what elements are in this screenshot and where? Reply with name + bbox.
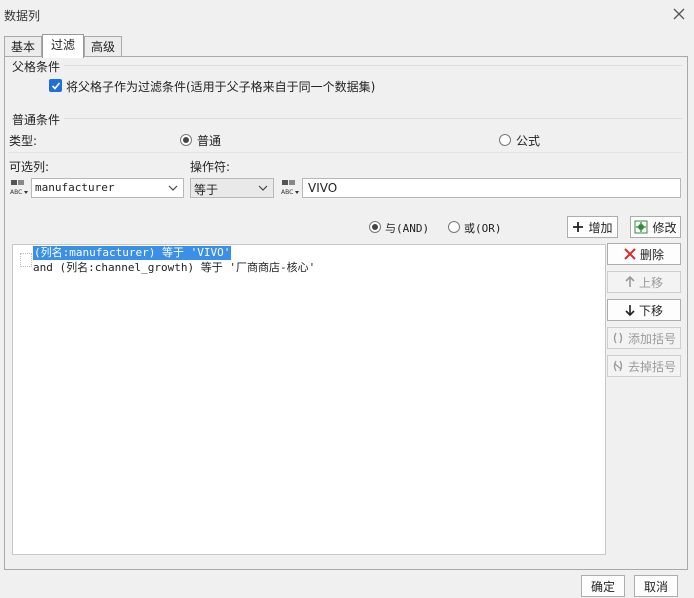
logic-and-radio[interactable] xyxy=(369,221,381,233)
cancel-button[interactable]: 取消 xyxy=(634,575,678,597)
operator-label: 操作符: xyxy=(190,160,231,174)
plus-icon xyxy=(573,222,584,232)
window-title: 数据列 xyxy=(4,9,41,23)
svg-text:ABC: ABC xyxy=(10,189,22,196)
move-up-button[interactable]: 上移 xyxy=(607,271,681,293)
type-formula-label: 公式 xyxy=(516,134,541,148)
value-input[interactable]: VIVO xyxy=(302,178,681,198)
delete-button[interactable]: 删除 xyxy=(607,243,681,265)
remove-bracket-button[interactable]: 去掉括号 xyxy=(607,355,681,377)
tab-basic[interactable]: 基本 xyxy=(4,36,42,58)
add-bracket-button-label: 添加括号 xyxy=(627,331,676,346)
logic-or-radio[interactable] xyxy=(448,221,460,233)
operator-select-value: 等于 xyxy=(194,183,219,197)
tab-advanced[interactable]: 高级 xyxy=(84,36,122,58)
list-item[interactable]: (列名:manufacturer) 等于 'VIVO' xyxy=(33,246,232,260)
normal-condition-label: 普通条件 xyxy=(12,113,61,127)
parent-condition-label: 父格条件 xyxy=(12,60,61,74)
ok-button[interactable]: 确定 xyxy=(581,575,625,597)
check-icon xyxy=(51,81,60,90)
move-down-button-label: 下移 xyxy=(638,303,663,318)
logic-or-label: 或(OR) xyxy=(464,222,502,235)
type-label: 类型: xyxy=(9,134,38,148)
parent-filter-checkbox[interactable] xyxy=(49,79,62,92)
text-type-icon[interactable]: ABC xyxy=(9,178,29,198)
type-normal-label: 普通 xyxy=(197,134,222,148)
divider xyxy=(8,152,682,153)
modify-button-label: 修改 xyxy=(652,220,677,235)
value-type-icon[interactable]: ABC xyxy=(280,178,300,198)
column-select-value: manufacturer xyxy=(35,181,115,194)
operator-select[interactable]: 等于 xyxy=(190,178,274,198)
logic-and-label: 与(AND) xyxy=(385,222,430,235)
list-item[interactable]: and (列名:channel_growth) 等于 '厂商商店-核心' xyxy=(33,261,315,275)
add-bracket-button[interactable]: 添加括号 xyxy=(607,327,681,349)
modify-icon xyxy=(634,220,648,234)
title-bar: 数据列 xyxy=(0,0,694,30)
svg-text:ABC: ABC xyxy=(281,189,293,196)
close-button[interactable] xyxy=(668,4,690,24)
chevron-down-icon xyxy=(253,179,273,197)
move-up-button-label: 上移 xyxy=(638,275,663,290)
tab-filter[interactable]: 过滤 xyxy=(42,34,84,58)
add-button[interactable]: 增加 xyxy=(567,216,618,238)
column-label: 可选列: xyxy=(9,160,50,174)
value-input-text: VIVO xyxy=(308,181,338,195)
focus-indicator xyxy=(20,253,32,267)
arrow-down-icon xyxy=(625,305,635,316)
type-normal-radio[interactable] xyxy=(180,134,192,146)
type-formula-radio[interactable] xyxy=(499,134,511,146)
condition-list[interactable]: (列名:manufacturer) 等于 'VIVO' and (列名:chan… xyxy=(12,244,606,555)
remove-bracket-button-label: 去掉括号 xyxy=(627,359,676,374)
divider xyxy=(64,65,682,66)
divider xyxy=(64,118,682,119)
arrow-up-icon xyxy=(625,276,635,287)
delete-button-label: 删除 xyxy=(639,247,664,262)
add-button-label: 增加 xyxy=(588,220,613,235)
chevron-down-icon xyxy=(163,179,183,197)
move-down-button[interactable]: 下移 xyxy=(607,299,681,321)
parent-filter-checkbox-label: 将父格子作为过滤条件(适用于父子格来自于同一个数据集) xyxy=(66,80,376,94)
delete-icon xyxy=(624,248,636,260)
remove-bracket-icon xyxy=(613,360,623,372)
modify-button[interactable]: 修改 xyxy=(630,216,681,238)
close-icon xyxy=(673,8,685,20)
column-select[interactable]: manufacturer xyxy=(31,178,184,198)
bracket-icon xyxy=(613,332,623,344)
